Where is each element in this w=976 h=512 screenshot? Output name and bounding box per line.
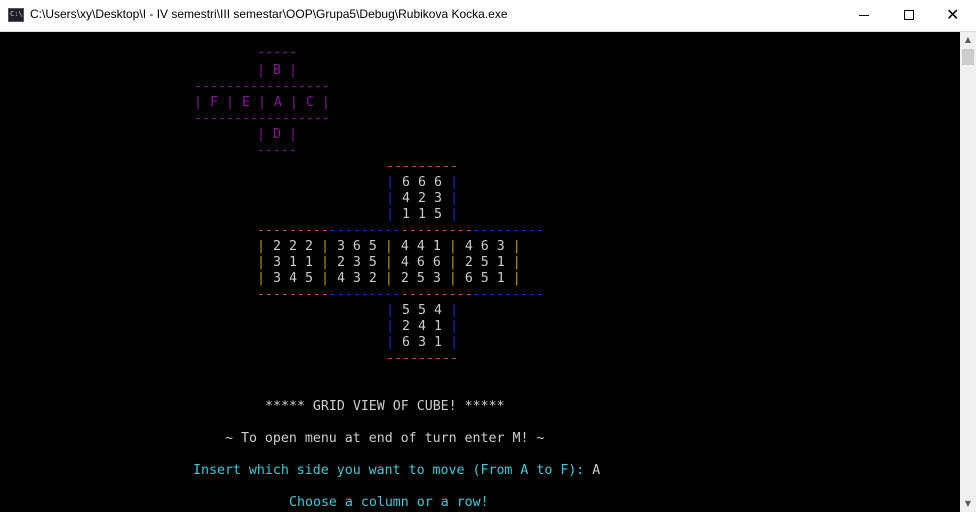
legend-bottom-row: | D | [257, 127, 297, 142]
top-face-border: --------- [386, 159, 458, 174]
legend-e: E [241, 95, 250, 110]
scroll-up-icon[interactable]: ▲ [960, 32, 976, 48]
face-a-cells: 4 4 1 [400, 239, 441, 254]
face-a-cells: 4 6 6 [400, 255, 441, 270]
choose-prompt: Choose a column or a row! [289, 495, 489, 510]
legend-f: F [209, 95, 218, 110]
top-face-row-1: | 6 6 6 | [386, 175, 458, 190]
face-f-cells: 3 1 1 [273, 255, 313, 270]
top-face-row-3: | 1 1 5 | [386, 207, 458, 222]
minimize-icon [859, 15, 869, 16]
face-c-cells: 6 5 1 [464, 271, 505, 286]
side-prompt: Insert which side you want to move (From… [193, 463, 593, 478]
legend-middle-row: | F | E | A | C | [194, 95, 330, 110]
face-f-cells: 2 2 2 [273, 239, 313, 254]
maximize-icon [904, 10, 914, 20]
bottom-face-row-3: | 6 3 1 | [386, 335, 458, 350]
console-output[interactable]: ----- | B | ----------------- | F | E | … [0, 32, 960, 512]
grid-view-title: ***** GRID VIEW OF CUBE! ***** [265, 399, 505, 414]
face-f-cells: 3 4 5 [273, 271, 313, 286]
middle-row-3: | 3 4 5 | 4 3 2 | 2 5 3 | 6 5 1 | [257, 271, 521, 286]
bottom-face-row-1: | 5 5 4 | [386, 303, 458, 318]
legend-c: C [305, 95, 314, 110]
scroll-thumb[interactable] [962, 49, 974, 65]
legend-top-row: | B | [257, 63, 297, 78]
legend-mid-bottom-border: ----------------- [194, 111, 330, 126]
vertical-scrollbar[interactable]: ▲ ▼ [960, 32, 976, 512]
legend-bottom-border: ----- [257, 143, 297, 158]
middle-row-2: | 3 1 1 | 2 3 5 | 4 6 6 | 2 5 1 | [257, 255, 521, 270]
top-face-cells: 6 6 6 [402, 175, 442, 190]
scroll-down-icon[interactable]: ▼ [960, 496, 976, 512]
top-face-cells: 4 2 3 [402, 191, 442, 206]
maximize-button[interactable] [886, 0, 932, 31]
title-bar[interactable]: C:\Users\xy\Desktop\I - IV semestri\III … [0, 0, 976, 32]
console-app-icon [8, 8, 24, 22]
bottom-face-cells: 5 5 4 [402, 303, 442, 318]
menu-hint: ~ To open menu at end of turn enter M! ~ [225, 431, 545, 446]
top-face-cells: 1 1 5 [402, 207, 442, 222]
bottom-face-cells: 6 3 1 [402, 335, 442, 350]
legend-d: D [272, 127, 281, 142]
close-button[interactable]: ✕ [930, 0, 976, 31]
middle-top-border: ------------------------------------ [257, 223, 545, 238]
legend-mid-top-border: ----------------- [194, 79, 330, 94]
face-e-cells: 2 3 5 [336, 255, 377, 270]
side-prompt-answer: A [592, 463, 601, 478]
close-icon: ✕ [946, 5, 960, 24]
middle-bottom-border: ------------------------------------ [257, 287, 545, 302]
top-face-row-2: | 4 2 3 | [386, 191, 458, 206]
middle-row-1: | 2 2 2 | 3 6 5 | 4 4 1 | 4 6 3 | [257, 239, 521, 254]
bottom-face-cells: 2 4 1 [402, 319, 442, 334]
bottom-face-border: --------- [386, 351, 458, 366]
minimize-button[interactable] [842, 0, 888, 31]
bottom-face-row-2: | 2 4 1 | [386, 319, 458, 334]
face-e-cells: 4 3 2 [336, 271, 377, 286]
face-c-cells: 2 5 1 [464, 255, 505, 270]
window-title: C:\Users\xy\Desktop\I - IV semestri\III … [30, 7, 508, 21]
face-a-cells: 2 5 3 [400, 271, 441, 286]
face-e-cells: 3 6 5 [336, 239, 377, 254]
face-c-cells: 4 6 3 [464, 239, 505, 254]
legend-a: A [273, 95, 282, 110]
legend-b: B [272, 63, 281, 78]
legend-top-border: ----- [257, 45, 297, 60]
side-prompt-line[interactable]: Insert which side you want to move (From… [193, 463, 600, 479]
